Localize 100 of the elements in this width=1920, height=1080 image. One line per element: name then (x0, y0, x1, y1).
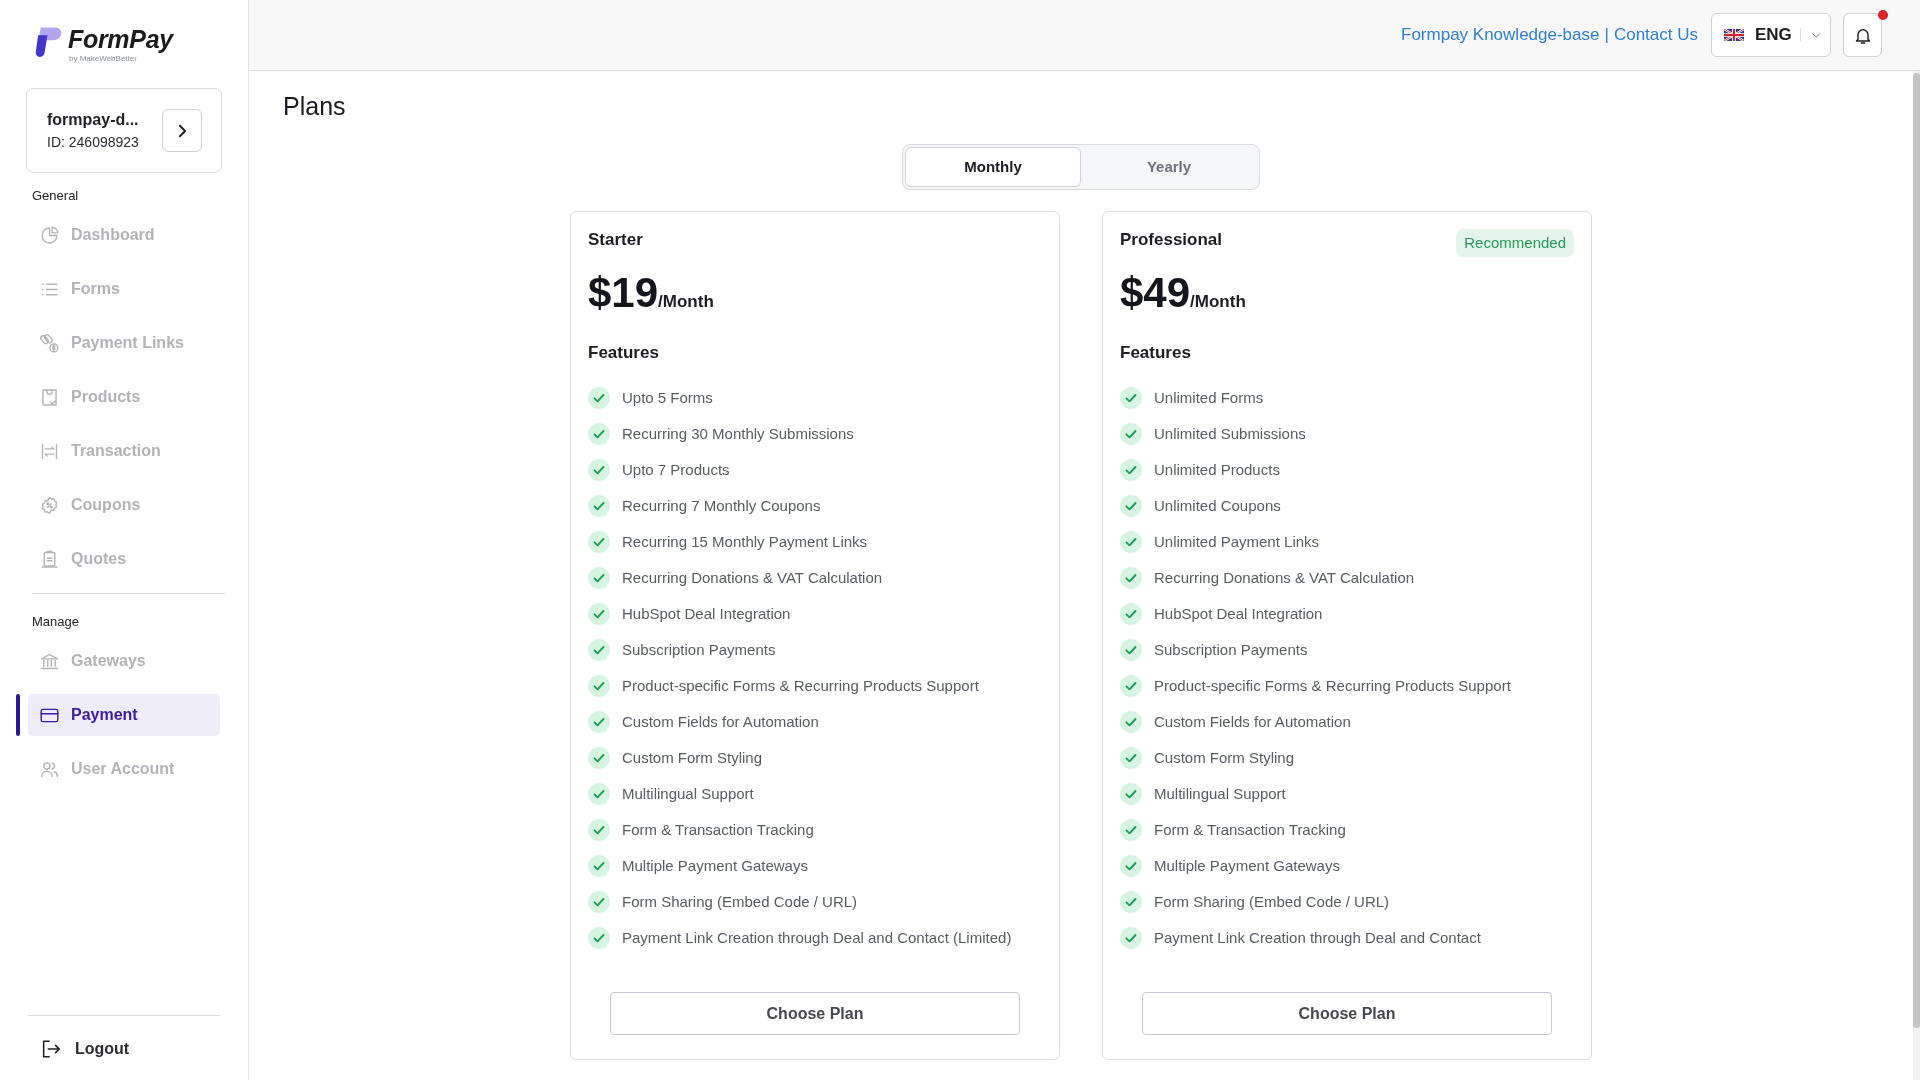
feature-text: Upto 7 Products (622, 459, 730, 480)
sidebar-item[interactable]: Coupons (28, 484, 220, 526)
sidebar-item[interactable]: Forms (28, 268, 220, 310)
account-switch-button[interactable] (162, 109, 202, 152)
feature-text: Recurring Donations & VAT Calculation (622, 567, 883, 588)
feature-text: Multiple Payment Gateways (622, 855, 808, 876)
account-name: formpay-d... (47, 109, 139, 130)
check-icon (588, 639, 610, 661)
section-label: General (32, 187, 80, 205)
percent-badge-icon (39, 494, 60, 516)
feature-text: Unlimited Forms (1154, 387, 1264, 408)
feature-text: Unlimited Submissions (1154, 423, 1306, 444)
check-icon (588, 675, 610, 697)
sidebar-item[interactable]: Transaction (28, 430, 220, 472)
feature-text: Form Sharing (Embed Code / URL) (622, 891, 858, 912)
feature-text: Product-specific Forms & Recurring Products Support (1154, 675, 1511, 696)
sidebar-item[interactable]: Products (28, 376, 220, 418)
header-link[interactable]: Formpay Knowledge-base (1401, 22, 1600, 48)
feature-text: Custom Fields for Automation (622, 711, 819, 732)
check-icon (588, 387, 610, 409)
check-icon (588, 891, 610, 913)
choose-plan-button[interactable]: Choose Plan (610, 992, 1020, 1035)
check-icon (1120, 855, 1142, 877)
feature-text: HubSpot Deal Integration (622, 603, 791, 624)
check-icon (588, 927, 610, 949)
sidebar-item[interactable]: User Account (28, 748, 220, 790)
feature-text: Subscription Payments (1154, 639, 1308, 660)
feature-text: Recurring 15 Monthly Payment Links (622, 531, 868, 552)
feature-text: Recurring 7 Monthly Coupons (622, 495, 821, 516)
chevron-right-icon (177, 123, 187, 138)
check-icon (588, 459, 610, 481)
language-select[interactable]: ENG (1711, 13, 1831, 57)
billing-tab[interactable]: Monthly (905, 147, 1081, 187)
feature-text: Product-specific Forms & Recurring Products Support (622, 675, 979, 696)
check-icon (1120, 531, 1142, 553)
feature-text: Unlimited Coupons (1154, 495, 1281, 516)
plan-price: $19 (588, 269, 659, 317)
link-separator: | (1604, 24, 1609, 47)
sidebar-item[interactable]: Quotes (28, 538, 220, 580)
feature-text: Multilingual Support (1154, 783, 1286, 804)
logo-text: FormPay (68, 25, 173, 53)
clipboard-icon (39, 548, 60, 570)
price-period: /Month (658, 292, 714, 313)
flag-icon (1724, 29, 1744, 41)
feature-text: Custom Form Styling (1154, 747, 1295, 768)
check-icon (1120, 567, 1142, 589)
feature-text: Form Sharing (Embed Code / URL) (1154, 891, 1390, 912)
check-icon (1120, 459, 1142, 481)
feature-text: Payment Link Creation through Deal and Contact (Limited) (622, 927, 1012, 948)
check-icon (588, 603, 610, 625)
check-icon (1120, 495, 1142, 517)
feature-text: Subscription Payments (622, 639, 776, 660)
choose-plan-button[interactable]: Choose Plan (1142, 992, 1552, 1035)
feature-text: Unlimited Products (1154, 459, 1280, 480)
account-id: ID: 246098923 (47, 132, 139, 152)
logo-tagline: by MakeWebBetter (69, 54, 138, 64)
feature-text: Unlimited Payment Links (1154, 531, 1320, 552)
feature-text: Custom Form Styling (622, 747, 763, 768)
check-icon (588, 531, 610, 553)
feature-text: Upto 5 Forms (622, 387, 713, 408)
scrollbar[interactable] (1913, 73, 1920, 1028)
check-icon (588, 783, 610, 805)
sidebar-item[interactable]: Payment Links (28, 322, 220, 364)
plan-name: Starter (588, 229, 643, 251)
check-icon (588, 819, 610, 841)
check-icon (1120, 927, 1142, 949)
check-icon (588, 495, 610, 517)
logout-icon (40, 1038, 62, 1060)
feature-text: HubSpot Deal Integration (1154, 603, 1323, 624)
sidebar-item[interactable]: Payment (28, 694, 220, 736)
features-heading: Features (588, 342, 660, 364)
check-icon (588, 855, 610, 877)
check-icon (1120, 891, 1142, 913)
plan-name: Professional (1120, 229, 1223, 251)
recommended-badge: Recommended (1456, 229, 1574, 257)
check-icon (1120, 819, 1142, 841)
active-indicator (16, 694, 20, 736)
bag-check-icon (39, 386, 60, 408)
sidebar-item[interactable]: Dashboard (28, 214, 220, 256)
features-heading: Features (1120, 342, 1192, 364)
price-period: /Month (1190, 292, 1246, 313)
chevron-down-icon (1811, 31, 1820, 39)
check-icon (588, 423, 610, 445)
logo-icon (33, 25, 62, 59)
logout-button[interactable]: Logout (28, 1029, 130, 1069)
check-icon (1120, 711, 1142, 733)
page-title: Plans (282, 91, 346, 122)
plan-price: $49 (1120, 269, 1191, 317)
billing-tab[interactable]: Yearly (1081, 147, 1257, 187)
notifications-button[interactable] (1843, 13, 1882, 57)
sidebar-item[interactable]: Gateways (28, 640, 220, 682)
feature-text: Recurring 30 Monthly Submissions (622, 423, 854, 444)
check-icon (1120, 783, 1142, 805)
feature-text: Form & Transaction Tracking (622, 819, 814, 840)
feature-text: Multilingual Support (622, 783, 754, 804)
check-icon (1120, 639, 1142, 661)
pie-chart-icon (39, 224, 60, 246)
feature-text: Payment Link Creation through Deal and Contact (1154, 927, 1481, 948)
check-icon (1120, 675, 1142, 697)
header-link[interactable]: Contact Us (1613, 22, 1698, 48)
